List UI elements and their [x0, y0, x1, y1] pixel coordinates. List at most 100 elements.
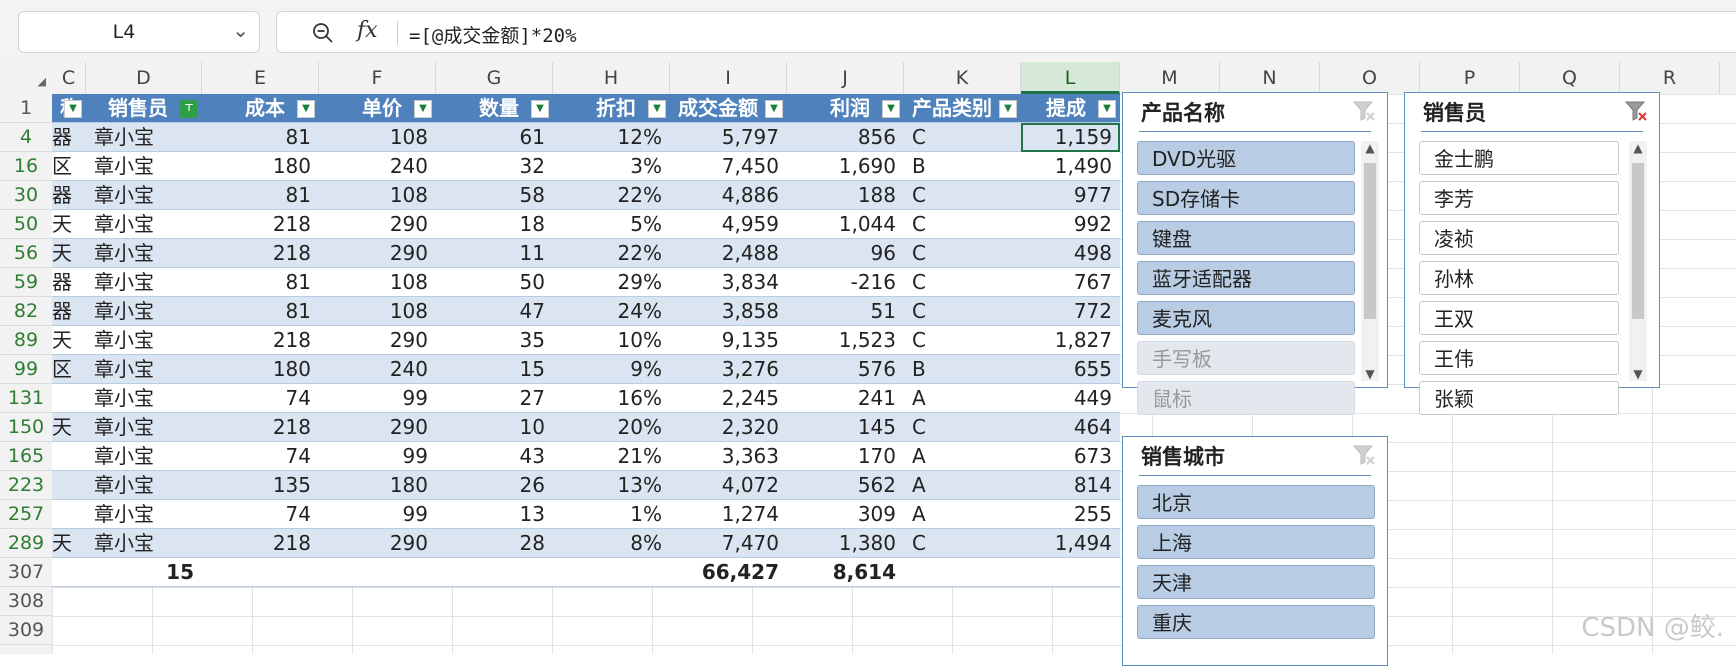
- row-header[interactable]: 131: [0, 384, 52, 413]
- slicer-item[interactable]: 蓝牙适配器: [1137, 261, 1355, 295]
- row-header[interactable]: 308: [0, 587, 52, 616]
- table-cell[interactable]: 10: [436, 413, 553, 442]
- table-cell[interactable]: 74: [202, 384, 319, 413]
- column-header-K[interactable]: K: [904, 62, 1021, 94]
- row-header[interactable]: 82: [0, 297, 52, 326]
- table-cell[interactable]: 5,797: [670, 123, 787, 152]
- zoom-out-icon[interactable]: [311, 21, 335, 45]
- name-box[interactable]: L4 ⌄: [18, 11, 260, 53]
- clear-filter-icon[interactable]: [1623, 98, 1649, 124]
- row-header[interactable]: 1: [0, 94, 52, 123]
- table-cell[interactable]: 章小宝: [86, 239, 202, 268]
- table-cell[interactable]: 66,427: [670, 558, 787, 587]
- table-cell[interactable]: 15: [436, 355, 553, 384]
- chevron-down-icon[interactable]: ⌄: [232, 18, 249, 42]
- column-header-M[interactable]: M: [1120, 62, 1220, 94]
- table-cell[interactable]: 81: [202, 123, 319, 152]
- slicer-city[interactable]: 销售城市 北京 上海 天津 重庆: [1122, 436, 1388, 666]
- table-cell[interactable]: C: [904, 181, 1021, 210]
- table-cell[interactable]: 5%: [553, 210, 670, 239]
- table-cell[interactable]: 9%: [553, 355, 670, 384]
- table-cell[interactable]: 218: [202, 210, 319, 239]
- table-cell[interactable]: 3,834: [670, 268, 787, 297]
- table-cell[interactable]: 576: [787, 355, 904, 384]
- table-cell[interactable]: 天: [52, 210, 86, 239]
- slicer-item[interactable]: SD存储卡: [1137, 181, 1355, 215]
- column-header-R[interactable]: R: [1620, 62, 1720, 94]
- table-header-cell[interactable]: 称▼: [52, 94, 88, 123]
- table-cell[interactable]: 35: [436, 326, 553, 355]
- table-cell[interactable]: 22%: [553, 181, 670, 210]
- table-cell[interactable]: 58: [436, 181, 553, 210]
- function-icon[interactable]: fx: [357, 18, 378, 43]
- table-cell[interactable]: 218: [202, 413, 319, 442]
- table-cell[interactable]: 2,245: [670, 384, 787, 413]
- table-cell[interactable]: 47: [436, 297, 553, 326]
- table-cell[interactable]: 8%: [553, 529, 670, 558]
- slicer-item[interactable]: 上海: [1137, 525, 1375, 559]
- table-cell[interactable]: 27: [436, 384, 553, 413]
- table-cell[interactable]: 15: [86, 558, 202, 587]
- slicer-item[interactable]: DVD光驱: [1137, 141, 1355, 175]
- formula-text[interactable]: =[@成交金额]*20%: [409, 21, 577, 48]
- table-cell[interactable]: 218: [202, 529, 319, 558]
- table-cell[interactable]: 180: [202, 355, 319, 384]
- table-cell[interactable]: 655: [1021, 355, 1120, 384]
- table-cell[interactable]: 7,450: [670, 152, 787, 181]
- table-cell[interactable]: [202, 558, 319, 587]
- column-header-H[interactable]: H: [553, 62, 670, 94]
- table-cell[interactable]: 99: [319, 500, 436, 529]
- table-cell[interactable]: 180: [319, 471, 436, 500]
- table-cell[interactable]: 977: [1021, 181, 1120, 210]
- table-cell[interactable]: 区: [52, 152, 86, 181]
- table-cell[interactable]: A: [904, 471, 1021, 500]
- table-cell[interactable]: 99: [319, 384, 436, 413]
- table-cell[interactable]: 章小宝: [86, 297, 202, 326]
- table-cell[interactable]: 1%: [553, 500, 670, 529]
- table-cell[interactable]: 1,827: [1021, 326, 1120, 355]
- table-cell[interactable]: 13: [436, 500, 553, 529]
- slicer-item[interactable]: 王伟: [1419, 341, 1619, 375]
- table-cell[interactable]: C: [904, 210, 1021, 239]
- table-cell[interactable]: 170: [787, 442, 904, 471]
- table-cell[interactable]: 3,276: [670, 355, 787, 384]
- table-cell[interactable]: [52, 500, 86, 529]
- filter-dropdown-icon[interactable]: ▼: [882, 100, 900, 118]
- table-cell[interactable]: 章小宝: [86, 471, 202, 500]
- table-cell[interactable]: 9,135: [670, 326, 787, 355]
- row-header[interactable]: 56: [0, 239, 52, 268]
- table-cell[interactable]: 290: [319, 239, 436, 268]
- slicer-salesperson[interactable]: 销售员 金士鹏 李芳 凌祯 孙林 王双 王伟 张颖 ▲ ▼: [1404, 92, 1660, 415]
- table-cell[interactable]: 天: [52, 239, 86, 268]
- table-cell[interactable]: 767: [1021, 268, 1120, 297]
- table-cell[interactable]: 240: [319, 152, 436, 181]
- table-cell[interactable]: [904, 558, 1021, 587]
- table-cell[interactable]: 449: [1021, 384, 1120, 413]
- table-cell[interactable]: 74: [202, 500, 319, 529]
- table-cell[interactable]: 992: [1021, 210, 1120, 239]
- slicer-item[interactable]: 北京: [1137, 485, 1375, 519]
- table-cell[interactable]: 290: [319, 413, 436, 442]
- table-cell[interactable]: 188: [787, 181, 904, 210]
- table-cell[interactable]: 814: [1021, 471, 1120, 500]
- table-header-cell[interactable]: 成交金额 ▼: [670, 94, 787, 123]
- table-cell[interactable]: C: [904, 413, 1021, 442]
- table-header-cell[interactable]: 销售员 ⊤: [86, 94, 202, 123]
- table-cell[interactable]: [52, 384, 86, 413]
- table-cell[interactable]: 16%: [553, 384, 670, 413]
- table-cell[interactable]: 135: [202, 471, 319, 500]
- table-cell[interactable]: 章小宝: [86, 384, 202, 413]
- table-cell[interactable]: 99: [319, 442, 436, 471]
- table-cell[interactable]: [553, 558, 670, 587]
- table-cell[interactable]: 18: [436, 210, 553, 239]
- scroll-up-icon[interactable]: ▲: [1629, 141, 1647, 155]
- column-header-E[interactable]: E: [202, 62, 319, 94]
- filter-dropdown-icon[interactable]: ▼: [531, 100, 549, 118]
- table-cell[interactable]: 章小宝: [86, 210, 202, 239]
- table-cell[interactable]: 章小宝: [86, 529, 202, 558]
- table-cell[interactable]: 108: [319, 123, 436, 152]
- filter-active-icon[interactable]: ⊤: [180, 100, 198, 118]
- row-header[interactable]: 223: [0, 471, 52, 500]
- table-cell[interactable]: 天: [52, 529, 86, 558]
- row-header[interactable]: 59: [0, 268, 52, 297]
